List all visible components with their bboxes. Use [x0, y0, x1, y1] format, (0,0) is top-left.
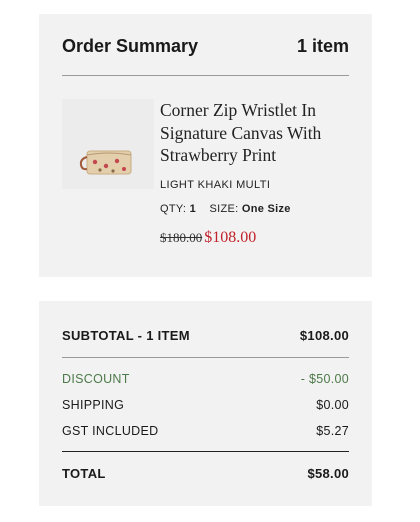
total-value: $58.00: [307, 466, 349, 481]
price-row: $180.00 $108.00: [160, 229, 362, 247]
total-label: TOTAL: [62, 466, 106, 481]
shipping-row: SHIPPING $0.00: [62, 398, 349, 412]
summary-header: Order Summary 1 item: [62, 36, 349, 57]
item-count: 1 item: [296, 36, 349, 56]
order-summary-card: Order Summary 1 item Corner Zip Wristlet…: [39, 14, 372, 277]
discount-row: DISCOUNT - $50.00: [62, 372, 349, 386]
gst-value: $5.27: [316, 424, 349, 438]
subtotal-value: $108.00: [299, 328, 349, 343]
product-name[interactable]: Corner Zip Wristlet In Signature Canvas …: [160, 99, 362, 167]
product-info: Corner Zip Wristlet In Signature Canvas …: [160, 99, 362, 247]
product-meta: QTY: 1 SIZE: One Size: [160, 203, 362, 215]
sale-price: $108.00: [204, 228, 257, 246]
subtotal-row: SUBTOTAL - 1 ITEM $108.00: [62, 328, 349, 343]
discount-label: DISCOUNT: [62, 372, 130, 386]
product-color: LIGHT KHAKI MULTI: [160, 178, 271, 191]
shipping-label: SHIPPING: [62, 398, 125, 412]
original-price: $180.00: [160, 229, 203, 245]
subtotal-label: SUBTOTAL - 1 ITEM: [62, 328, 190, 343]
summary-title: Order Summary: [62, 36, 199, 56]
shipping-value: $0.00: [316, 398, 349, 412]
size-label: SIZE:: [209, 202, 239, 215]
qty-label: QTY:: [160, 202, 187, 215]
summary-divider: [62, 75, 349, 76]
wristlet-image-icon: [62, 99, 154, 189]
discount-value: - $50.00: [300, 372, 349, 386]
subtotal-divider: [62, 357, 349, 358]
gst-row: GST INCLUDED $5.27: [62, 424, 349, 438]
total-divider: [62, 451, 349, 452]
gst-label: GST INCLUDED: [62, 424, 159, 438]
product-image[interactable]: [62, 99, 154, 189]
size-value: One Size: [241, 202, 291, 215]
totals-card: SUBTOTAL - 1 ITEM $108.00 DISCOUNT - $50…: [39, 301, 372, 506]
total-row: TOTAL $58.00: [62, 466, 349, 481]
qty-value: 1: [189, 202, 197, 215]
